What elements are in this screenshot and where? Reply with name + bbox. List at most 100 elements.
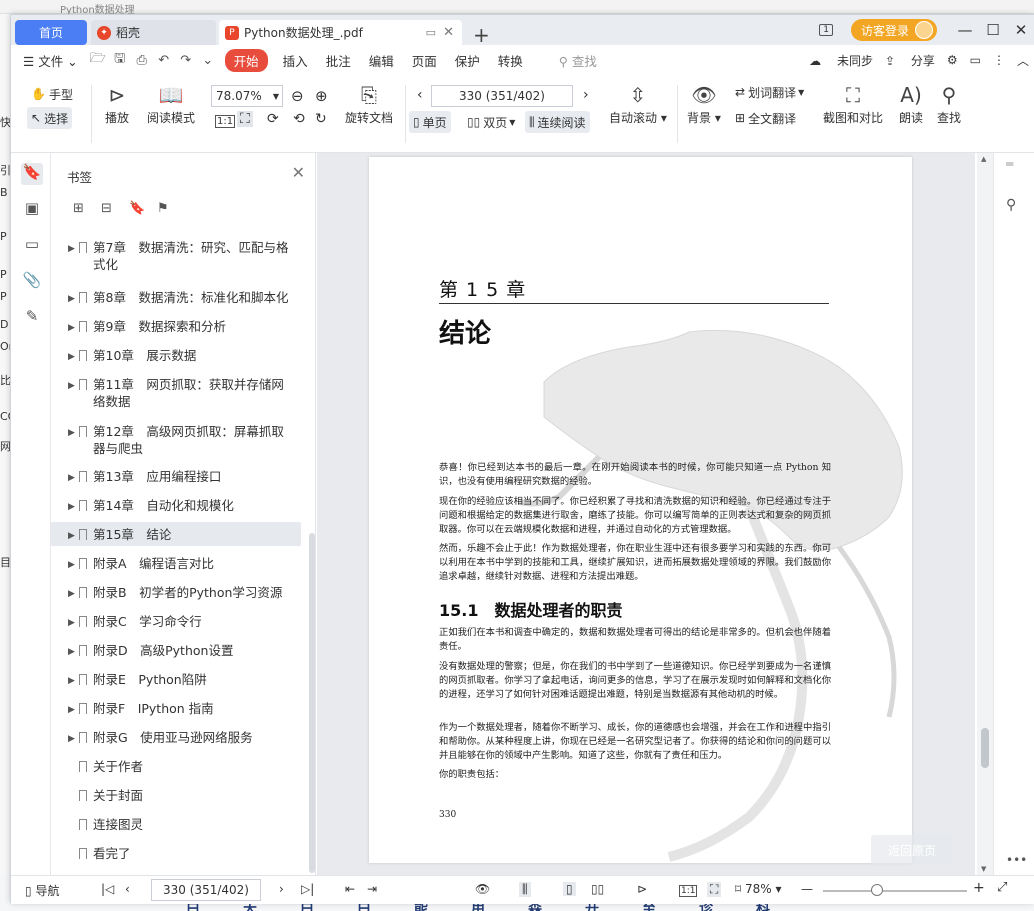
rotate-right-icon[interactable]: ↻ (315, 111, 327, 127)
expand-arrow-icon[interactable]: ▶ (68, 378, 75, 395)
menu-insert[interactable]: 插入 (274, 51, 317, 70)
navigation-button[interactable]: ▯ 导航 (25, 882, 59, 899)
pin-icon[interactable]: ▭ (426, 26, 436, 39)
actual-size-icon[interactable]: 1:1 (679, 885, 698, 897)
print-icon[interactable]: ⎙ (131, 53, 153, 68)
first-page-icon[interactable]: |◁ (101, 882, 114, 896)
drag-handle-icon[interactable]: ═ (1006, 157, 1013, 171)
save-icon[interactable]: 🖫 (109, 49, 131, 71)
zoom-slider-thumb[interactable] (871, 884, 883, 896)
maximize-icon[interactable]: ☐ (979, 21, 1007, 39)
bookmark-item[interactable]: ▶ 附录G 使用亚马逊网络服务 (51, 725, 301, 749)
reading-mode-button[interactable]: 📖 阅读模式 (147, 81, 195, 126)
expand-arrow-icon[interactable]: ▶ (68, 586, 75, 603)
tab-home[interactable]: 首页 (15, 20, 87, 45)
actual-size-icon[interactable]: 1:1 (215, 115, 236, 128)
expand-arrow-icon[interactable]: ▶ (68, 470, 75, 487)
minimize-icon[interactable]: — (951, 21, 979, 39)
window-count-badge[interactable]: 1 (819, 24, 833, 36)
rotate-left-icon[interactable]: ⟲ (293, 111, 305, 127)
menu-protect[interactable]: 保护 (446, 51, 489, 70)
close-window-icon[interactable]: ✕ (1007, 21, 1034, 39)
more-icon[interactable]: ⋮ (993, 53, 1005, 67)
next-page-icon[interactable]: › (279, 882, 284, 896)
bookmark-item[interactable]: ▶ 第13章 应用编程接口 (51, 464, 301, 488)
fit-width-icon[interactable]: ⟳ (267, 111, 279, 127)
status-page-field[interactable]: 330 (351/402) (151, 879, 261, 901)
play-icon[interactable]: ⊳ (637, 882, 647, 896)
zoom-in-icon[interactable]: ⊕ (315, 87, 328, 105)
zoom-out-icon[interactable]: — (801, 882, 813, 896)
menu-start[interactable]: 开始 (224, 48, 268, 72)
bookmark-item[interactable]: 看完了 (51, 841, 301, 865)
eye-protect-icon[interactable]: 👁 (475, 882, 490, 896)
bookmark-item[interactable]: ▶ 附录A 编程语言对比 (51, 551, 301, 575)
comment-icon[interactable]: ▭ (21, 235, 43, 257)
share-button[interactable]: ⇪ 分享 (885, 52, 935, 69)
document-scrollbar[interactable]: ▲ ▼ (977, 153, 993, 875)
thumbnail-icon[interactable]: ▣ (21, 199, 43, 221)
scroll-thumb[interactable] (981, 728, 989, 768)
bookmark-item[interactable]: ▶ 第11章 网页抓取：获取并存储网络数据 (51, 372, 301, 412)
menu-convert[interactable]: 转换 (489, 51, 532, 70)
message-icon[interactable]: ▭ (970, 53, 981, 67)
rotate-document-button[interactable]: ⎘ 旋转文档 (345, 81, 393, 126)
bookmark-item[interactable]: ▶ 第7章 数据清洗：研究、匹配与格式化 (51, 235, 301, 275)
bookmark-item[interactable]: ▶ 第8章 数据清洗：标准化和脚本化 (51, 285, 301, 309)
back-view-icon[interactable]: ⇤ (345, 882, 355, 896)
signature-icon[interactable]: ✎ (21, 307, 43, 329)
add-sub-bookmark-icon[interactable]: ⊟ (101, 201, 129, 216)
expand-arrow-icon[interactable]: ▶ (68, 528, 75, 545)
bookmark-scrollbar[interactable] (309, 533, 315, 873)
attachment-icon[interactable]: 📎 (21, 271, 43, 293)
unsync-button[interactable]: ☁ 未同步 (809, 52, 873, 69)
bookmark-item[interactable]: ▶ 附录C 学习命令行 (51, 609, 301, 633)
new-tab-button[interactable]: + (473, 22, 497, 47)
bookmark-add-icon[interactable]: 🔖 (129, 201, 157, 216)
bookmark-flag-icon[interactable]: ⚑ (157, 201, 185, 216)
back-to-page-button[interactable]: 返回原页 (871, 835, 953, 865)
expand-arrow-icon[interactable]: ▶ (68, 320, 75, 337)
menu-edit[interactable]: 编辑 (360, 51, 403, 70)
visitor-login-button[interactable]: 访客登录 (850, 19, 937, 41)
redo-icon[interactable]: ↷ (175, 53, 197, 68)
expand-arrow-icon[interactable]: ▶ (68, 499, 75, 516)
expand-arrow-icon[interactable]: ▶ (68, 241, 75, 258)
full-translate-button[interactable]: ⊞ 全文翻译 (731, 107, 800, 129)
double-page-button[interactable]: ▯▯ 双页 ▼ (463, 111, 519, 133)
expand-arrow-icon[interactable]: ▶ (68, 731, 75, 748)
prev-page-icon[interactable]: ‹ (417, 87, 423, 103)
fullscreen-icon[interactable]: ⤢ (997, 880, 1007, 895)
collapse-icon[interactable]: ︿ (1017, 52, 1029, 69)
zoom-select[interactable]: 78.07% ▼ (211, 85, 283, 107)
bookmark-item[interactable]: ▶ 附录D 高级Python设置 (51, 638, 301, 662)
fit-page-icon[interactable]: ⛶ (237, 111, 253, 127)
bookmark-item[interactable]: ▶ 第10章 展示数据 (51, 343, 301, 367)
expand-arrow-icon[interactable]: ▶ (68, 557, 75, 574)
play-button[interactable]: ⊳ 播放 (105, 81, 129, 126)
scroll-up-icon[interactable]: ▲ (981, 155, 986, 163)
tab-daoke[interactable]: ✦ 稻壳 (91, 20, 216, 45)
bookmark-item[interactable]: ▶ 第12章 高级网页抓取：屏幕抓取器与爬虫 (51, 419, 301, 459)
word-translate-button[interactable]: ⇄ 划词翻译 ▼ (731, 81, 808, 103)
bookmark-item[interactable]: 关于作者 (51, 754, 301, 778)
last-page-icon[interactable]: ▷| (301, 882, 314, 896)
bookmark-item[interactable]: 关于封面 (51, 783, 301, 807)
menu-page[interactable]: 页面 (403, 51, 446, 70)
more-dropdown-icon[interactable]: ⌄ (197, 53, 219, 68)
fit-page-icon[interactable]: ⛶ (707, 882, 722, 897)
open-icon[interactable]: 🗁 (87, 49, 109, 71)
hand-tool[interactable]: ✋ 手型 (27, 83, 77, 105)
expand-arrow-icon[interactable]: ▶ (68, 291, 75, 308)
tab-pdf-document[interactable]: P Python数据处理_.pdf ▭ ✕ (219, 20, 462, 45)
bookmark-item[interactable]: ▶ 附录F IPython 指南 (51, 696, 301, 720)
bookmark-item[interactable]: ▶ 第15章 结论 (51, 522, 301, 546)
background-button[interactable]: 👁 背景 ▾ (687, 81, 721, 126)
undo-icon[interactable]: ↶ (153, 53, 175, 68)
page-number-field[interactable]: 330 (351/402) (431, 85, 573, 107)
bookmark-item[interactable]: 连接图灵 (51, 812, 301, 836)
ocr-search-icon[interactable]: ⚲ (1006, 197, 1016, 213)
zoom-out-icon[interactable]: ⊖ (291, 87, 304, 105)
bookmark-item[interactable]: ▶ 第9章 数据探索和分析 (51, 314, 301, 338)
prev-page-icon[interactable]: ‹ (125, 882, 130, 896)
